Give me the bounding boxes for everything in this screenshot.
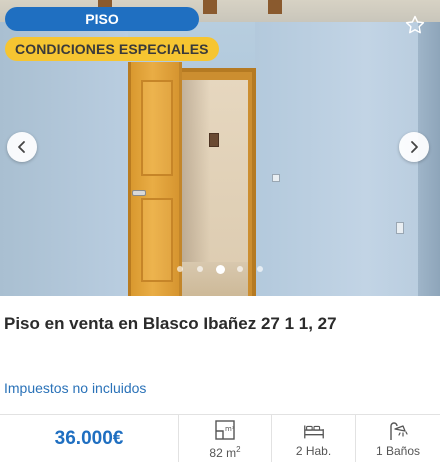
area-unit-sup: 2 — [236, 444, 241, 454]
listing-title[interactable]: Piso en venta en Blasco Ibañez 27 1 1, 2… — [4, 314, 434, 334]
area-value: 82 m2 — [209, 443, 240, 460]
carousel-indicator — [0, 263, 440, 275]
carousel-dot[interactable] — [197, 266, 203, 272]
baths-label: 1 Baños — [375, 444, 421, 458]
price: 36.000€ — [54, 428, 124, 449]
rooms-label: 2 Hab. — [295, 444, 332, 458]
property-type-badge: PISO — [5, 7, 199, 31]
favorite-button[interactable] — [402, 12, 428, 38]
previous-photo-button[interactable] — [7, 132, 37, 162]
bed-icon — [303, 425, 324, 439]
floorplan-icon: m² — [215, 419, 235, 440]
carousel-dot-active[interactable] — [215, 264, 225, 274]
photo-switch — [209, 133, 219, 147]
door-handle — [132, 190, 146, 196]
listing-features: 36.000€ m² 82 m2 2 Hab. 1 Baños — [0, 414, 440, 462]
photo-outlet — [396, 222, 404, 234]
tax-note: Impuestos no incluidos — [4, 380, 147, 396]
photo-outlet — [272, 174, 280, 182]
carousel-dot[interactable] — [237, 266, 243, 272]
area-cell: m² 82 m2 — [178, 415, 271, 462]
star-outline-icon — [405, 15, 425, 34]
price-cell: 36.000€ — [0, 415, 178, 462]
rooms-cell: 2 Hab. — [271, 415, 355, 462]
door-panel — [141, 80, 173, 176]
photo-beam — [268, 0, 282, 14]
carousel-dot[interactable] — [177, 266, 183, 272]
photo-beam — [203, 0, 217, 14]
chevron-left-icon — [18, 141, 25, 153]
svg-text:m²: m² — [225, 425, 235, 433]
photo-door — [128, 62, 182, 296]
area-number: 82 m — [209, 445, 237, 460]
listing-photo[interactable]: PISO CONDICIONES ESPECIALES — [0, 0, 440, 296]
shower-icon — [390, 422, 408, 440]
special-conditions-badge: CONDICIONES ESPECIALES — [5, 37, 219, 61]
baths-cell: 1 Baños — [355, 415, 440, 462]
listing-card[interactable]: PISO CONDICIONES ESPECIALES Piso en vent… — [0, 0, 440, 462]
chevron-right-icon — [411, 141, 418, 153]
next-photo-button[interactable] — [399, 132, 429, 162]
carousel-dot[interactable] — [257, 266, 263, 272]
